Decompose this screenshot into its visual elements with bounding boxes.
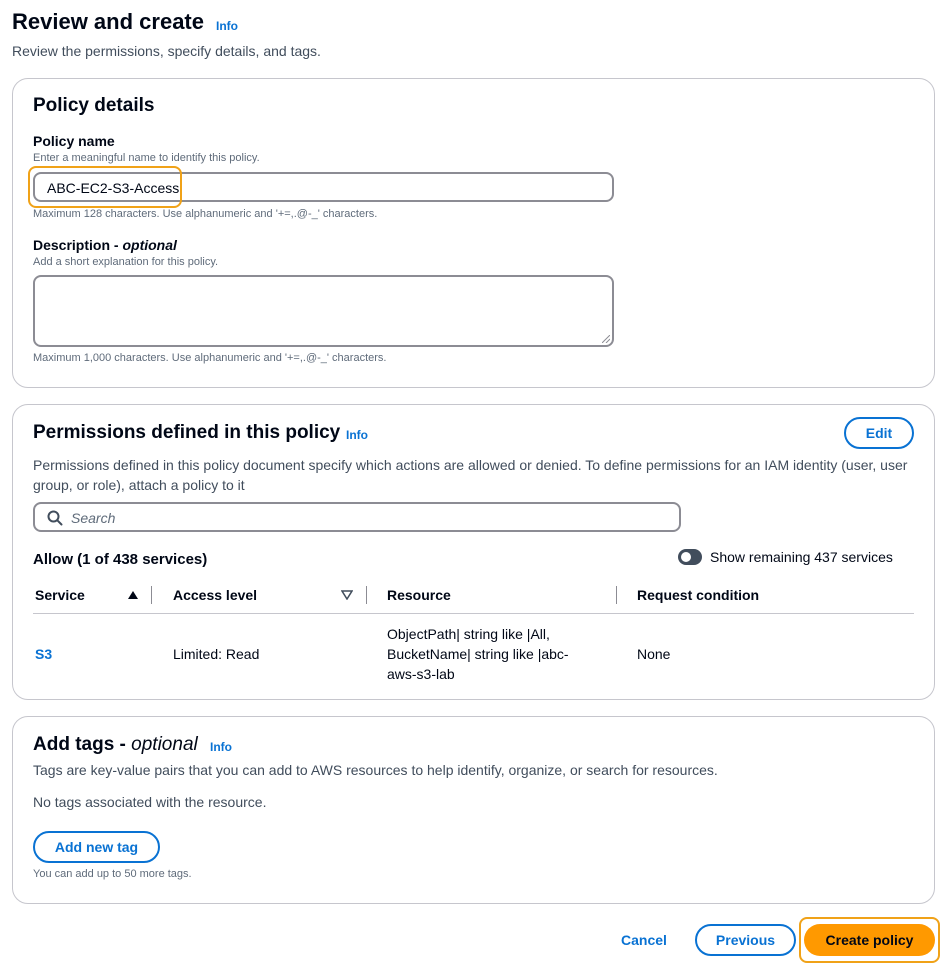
column-divider[interactable]: [366, 586, 367, 604]
search-placeholder: Search: [71, 510, 116, 526]
show-remaining-toggle[interactable]: [678, 549, 702, 565]
service-link-s3[interactable]: S3: [35, 644, 52, 664]
column-header-access-level[interactable]: Access level: [173, 587, 257, 603]
tags-title: Add tags - optional: [33, 734, 198, 756]
policy-name-label: Policy name: [33, 133, 115, 149]
sort-descending-icon[interactable]: [341, 590, 353, 600]
add-new-tag-button[interactable]: Add new tag: [33, 831, 160, 863]
edit-button[interactable]: Edit: [844, 417, 914, 449]
tags-limit-hint: You can add up to 50 more tags.: [33, 868, 192, 880]
allow-heading: Allow (1 of 438 services): [33, 551, 208, 568]
policy-name-hint: Enter a meaningful name to identify this…: [33, 152, 260, 164]
policy-details-title: Policy details: [33, 95, 155, 116]
sort-ascending-icon[interactable]: [127, 590, 139, 600]
table-header-divider: [33, 613, 914, 614]
permissions-title: Permissions defined in this policy: [33, 422, 341, 443]
description-hint: Add a short explanation for this policy.: [33, 256, 219, 268]
tags-info-link[interactable]: Info: [210, 740, 232, 754]
page-subtitle: Review the permissions, specify details,…: [12, 43, 321, 59]
resource-line: BucketName| string like |abc-: [387, 646, 569, 662]
description-textarea[interactable]: [33, 275, 614, 347]
description-label-text: Description -: [33, 237, 123, 253]
page-title: Review and create: [12, 9, 204, 34]
column-header-service[interactable]: Service: [35, 587, 85, 603]
resize-handle-icon[interactable]: [602, 335, 610, 343]
description-label: Description - optional: [33, 237, 177, 253]
create-policy-button[interactable]: Create policy: [804, 924, 935, 956]
description-constraint: Maximum 1,000 characters. Use alphanumer…: [33, 352, 387, 364]
tags-title-optional: optional: [131, 734, 198, 755]
permissions-info-link[interactable]: Info: [346, 428, 368, 442]
access-level-cell: Limited: Read: [173, 646, 260, 662]
request-condition-cell: None: [637, 646, 671, 662]
tags-empty-text: No tags associated with the resource.: [33, 794, 267, 810]
search-icon: [47, 510, 63, 526]
toggle-knob: [681, 552, 691, 562]
page-info-link[interactable]: Info: [216, 19, 238, 33]
column-header-resource: Resource: [387, 587, 451, 603]
tags-title-text: Add tags -: [33, 734, 132, 755]
previous-button[interactable]: Previous: [695, 924, 796, 956]
policy-name-highlight: [28, 166, 182, 208]
resource-cell: ObjectPath| string like |All, BucketName…: [387, 624, 569, 684]
permissions-description: Permissions defined in this policy docum…: [33, 457, 908, 493]
column-header-request-condition: Request condition: [637, 587, 760, 603]
resource-line: aws-s3-lab: [387, 666, 455, 682]
tags-description: Tags are key-value pairs that you can ad…: [33, 762, 718, 778]
policy-name-constraint: Maximum 128 characters. Use alphanumeric…: [33, 208, 378, 220]
column-divider[interactable]: [616, 586, 617, 604]
show-remaining-label: Show remaining 437 services: [710, 549, 893, 565]
cancel-button[interactable]: Cancel: [621, 932, 667, 948]
column-divider[interactable]: [151, 586, 152, 604]
resource-line: ObjectPath| string like |All,: [387, 626, 550, 642]
permissions-search-input[interactable]: Search: [33, 502, 681, 532]
description-label-optional: optional: [122, 237, 177, 253]
